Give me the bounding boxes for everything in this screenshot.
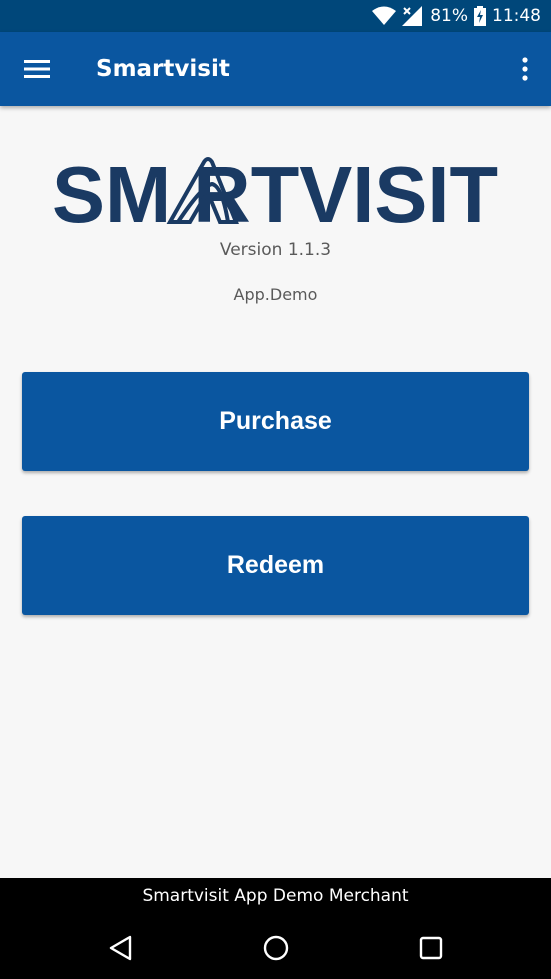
screen: 81% 11:48 Smartvisit SM RTVISIT Version …: [0, 0, 551, 979]
battery-charging-icon: [474, 6, 486, 26]
status-icons: 81% 11:48: [372, 0, 541, 32]
wifi-icon: [372, 6, 397, 26]
app-title: Smartvisit: [96, 56, 230, 82]
clock: 11:48: [492, 6, 541, 26]
version-label: Version 1.1.3: [219, 240, 332, 260]
app-bar: Smartvisit: [0, 32, 551, 106]
merchant-footer: Smartvisit App Demo Merchant: [0, 878, 551, 915]
overflow-menu-icon[interactable]: [521, 57, 529, 81]
system-nav-bar: [0, 915, 551, 979]
app-name-label: App.Demo: [233, 285, 318, 304]
back-icon[interactable]: [106, 933, 136, 963]
recents-icon[interactable]: [416, 933, 446, 963]
signal-icon: [402, 6, 424, 26]
purchase-button[interactable]: Purchase: [22, 372, 529, 471]
menu-icon[interactable]: [24, 60, 50, 78]
battery-percent: 81%: [430, 6, 468, 26]
status-bar: 81% 11:48: [0, 0, 551, 32]
redeem-button[interactable]: Redeem: [22, 516, 529, 615]
svg-text:SM RTVISIT: SM RTVISIT: [52, 156, 498, 228]
home-icon[interactable]: [261, 933, 291, 963]
smartvisit-logo: SM RTVISIT: [52, 150, 498, 239]
